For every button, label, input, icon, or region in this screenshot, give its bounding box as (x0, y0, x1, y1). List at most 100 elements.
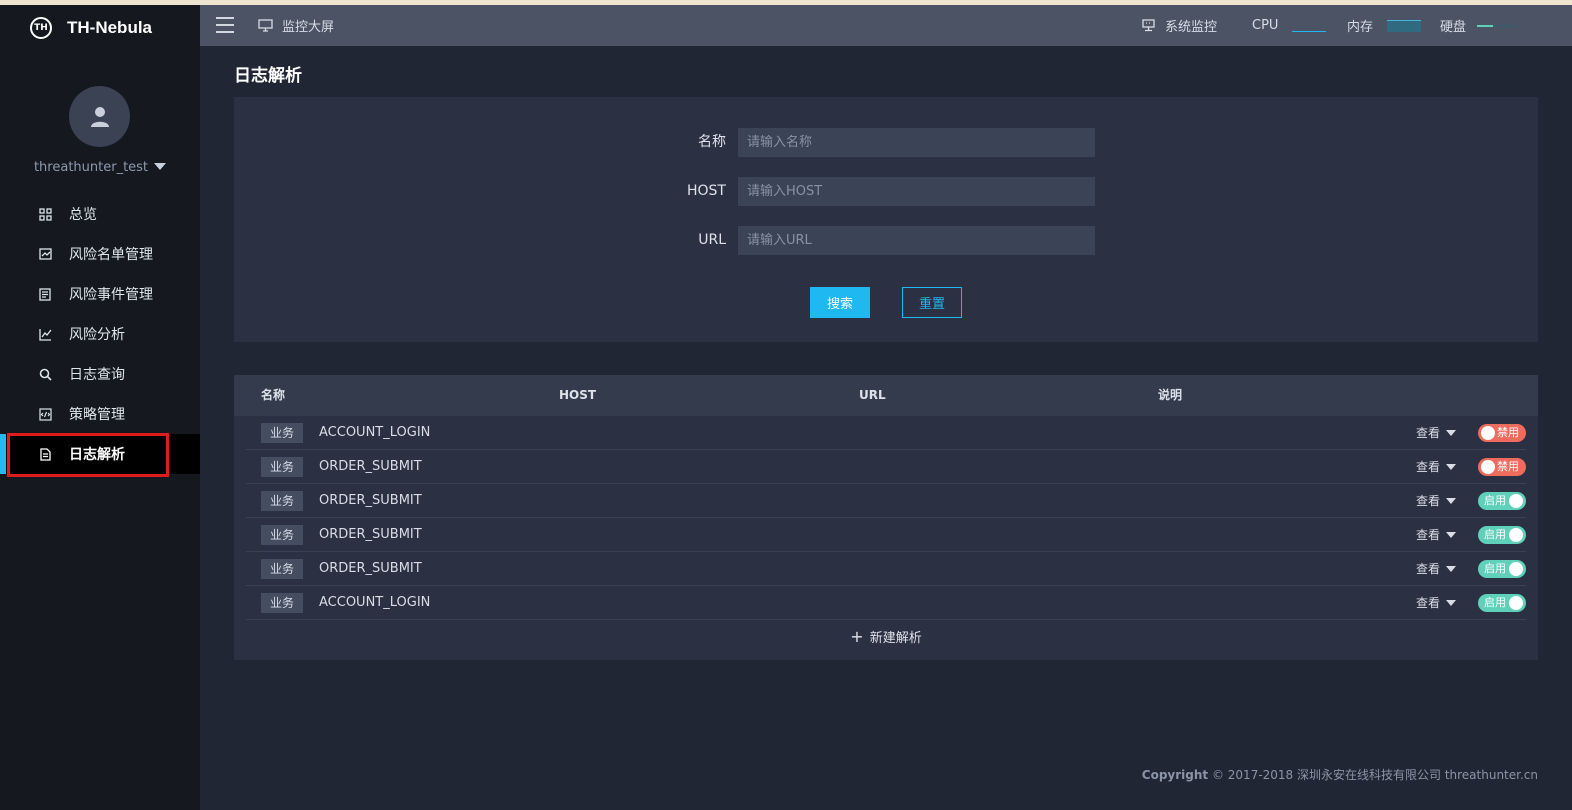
host-label: HOST (687, 183, 726, 199)
status-toggle[interactable]: 启用 (1478, 526, 1526, 544)
monitor-screen-label: 监控大屏 (282, 20, 335, 35)
caret-down-icon (1446, 600, 1457, 606)
user-icon (90, 106, 109, 127)
table-row: 业务 ORDER_SUBMIT 查看 禁用 (246, 450, 1526, 484)
table-row: 业务 ACCOUNT_LOGIN 查看 禁用 (246, 416, 1526, 450)
footer: Copyright © 2017-2018 深圳永安在线科技有限公司 threa… (1142, 766, 1538, 783)
list-edit-icon (38, 247, 52, 261)
table-row: 业务 ACCOUNT_LOGIN 查看 启用 (246, 586, 1526, 620)
table-body: 业务 ACCOUNT_LOGIN 查看 禁用 业务 ORDER_SUBMIT 查… (246, 416, 1526, 620)
column-header-name: 名称 (261, 388, 286, 402)
url-label: URL (698, 232, 726, 248)
caret-down-icon (1446, 566, 1457, 572)
document-icon (38, 287, 52, 301)
status-toggle[interactable]: 启用 (1478, 492, 1526, 510)
disk-meter: 硬盘 (1440, 5, 1518, 46)
code-icon (38, 407, 52, 421)
system-monitor-link[interactable]: 系统监控 (1142, 5, 1217, 46)
cpu-sparkline (1292, 20, 1327, 32)
sidebar-item-log-query[interactable]: 日志查询 (0, 354, 200, 394)
status-toggle[interactable]: 禁用 (1478, 458, 1526, 476)
column-header-description: 说明 (1158, 388, 1183, 402)
name-label: 名称 (698, 134, 726, 150)
view-dropdown[interactable]: 查看 (1416, 552, 1457, 586)
disk-label: 硬盘 (1440, 20, 1467, 35)
sidebar-item-overview[interactable]: 总览 (0, 194, 200, 234)
add-parse-button[interactable]: + 新建解析 (234, 627, 1538, 646)
memory-label: 内存 (1347, 20, 1374, 35)
row-name: ACCOUNT_LOGIN (319, 425, 431, 440)
caret-down-icon (1446, 498, 1457, 504)
copyright-label: Copyright (1141, 768, 1209, 782)
category-tag: 业务 (261, 525, 303, 545)
host-row: HOST (234, 177, 1538, 206)
add-parse-label: 新建解析 (869, 631, 922, 646)
row-name: ORDER_SUBMIT (319, 561, 422, 576)
row-name: ORDER_SUBMIT (319, 493, 422, 508)
cpu-label: CPU (1252, 18, 1279, 33)
grid-icon (38, 207, 52, 221)
memory-sparkline (1387, 19, 1422, 32)
category-tag: 业务 (261, 423, 303, 443)
reset-button[interactable]: 重置 (902, 287, 962, 318)
host-input[interactable] (738, 177, 1095, 206)
status-toggle[interactable]: 启用 (1478, 560, 1526, 578)
parse-table: 名称 HOST URL 说明 业务 ACCOUNT_LOGIN 查看 禁用 业务… (234, 375, 1538, 660)
url-row: URL (234, 226, 1538, 255)
plus-icon: + (850, 627, 864, 646)
row-name: ACCOUNT_LOGIN (319, 595, 431, 610)
disk-bar (1477, 24, 1518, 27)
user-menu[interactable]: threathunter_test (0, 160, 200, 175)
line-chart-icon (38, 327, 52, 341)
caret-down-icon (1446, 430, 1457, 436)
category-tag: 业务 (261, 559, 303, 579)
copyright-text: © 2017-2018 深圳永安在线科技有限公司 threathunter.cn (1211, 768, 1538, 782)
row-name: ORDER_SUBMIT (319, 459, 422, 474)
sidebar-item-risk-list[interactable]: 风险名单管理 (0, 234, 200, 274)
view-dropdown[interactable]: 查看 (1416, 518, 1457, 552)
sidebar-item-risk-analysis[interactable]: 风险分析 (0, 314, 200, 354)
sidebar-item-label: 风险名单管理 (69, 247, 153, 263)
cpu-meter: CPU (1252, 5, 1327, 46)
category-tag: 业务 (261, 457, 303, 477)
view-dropdown[interactable]: 查看 (1416, 586, 1457, 620)
sidebar-item-strategy[interactable]: 策略管理 (0, 394, 200, 434)
monitor-screen-link[interactable]: 监控大屏 (258, 5, 334, 46)
search-icon (38, 367, 52, 381)
table-row: 业务 ORDER_SUBMIT 查看 启用 (246, 518, 1526, 552)
menu-toggle-icon[interactable] (216, 17, 234, 33)
sidebar-item-label: 风险事件管理 (69, 287, 153, 303)
name-input[interactable] (738, 128, 1095, 157)
caret-down-icon (154, 163, 167, 170)
logo[interactable]: TH TH-Nebula (30, 17, 152, 39)
search-form: 名称 HOST URL 搜索 重置 (234, 97, 1538, 342)
sidebar-nav: 总览 风险名单管理 风险事件管理 风险分析 日志查询 策略管理 日志解析 (0, 194, 200, 474)
system-monitor-label: 系统监控 (1165, 20, 1218, 35)
sidebar-item-label: 总览 (69, 207, 97, 223)
memory-meter: 内存 (1347, 5, 1422, 46)
category-tag: 业务 (261, 593, 303, 613)
view-dropdown[interactable]: 查看 (1416, 450, 1457, 484)
row-name: ORDER_SUBMIT (319, 527, 422, 542)
column-header-host: HOST (559, 388, 597, 402)
view-dropdown[interactable]: 查看 (1416, 416, 1457, 450)
sidebar-item-label: 策略管理 (69, 407, 125, 423)
monitor-icon (258, 19, 273, 32)
caret-down-icon (1446, 464, 1457, 470)
status-toggle[interactable]: 禁用 (1478, 424, 1526, 442)
sidebar-item-risk-events[interactable]: 风险事件管理 (0, 274, 200, 314)
sidebar: TH TH-Nebula threathunter_test 总览 风险名单管理 (0, 5, 200, 810)
search-button[interactable]: 搜索 (810, 287, 870, 318)
logo-mark-icon: TH (30, 17, 52, 39)
sidebar-item-label: 风险分析 (69, 327, 125, 343)
name-row: 名称 (234, 128, 1538, 157)
avatar[interactable] (69, 86, 130, 147)
selection-highlight (7, 433, 169, 477)
app-name: TH-Nebula (67, 18, 152, 37)
column-header-url: URL (859, 388, 886, 402)
view-dropdown[interactable]: 查看 (1416, 484, 1457, 518)
status-toggle[interactable]: 启用 (1478, 594, 1526, 612)
url-input[interactable] (738, 226, 1095, 255)
top-header: 监控大屏 系统监控 CPU 内存 硬盘 (200, 5, 1572, 46)
username: threathunter_test (33, 160, 149, 175)
